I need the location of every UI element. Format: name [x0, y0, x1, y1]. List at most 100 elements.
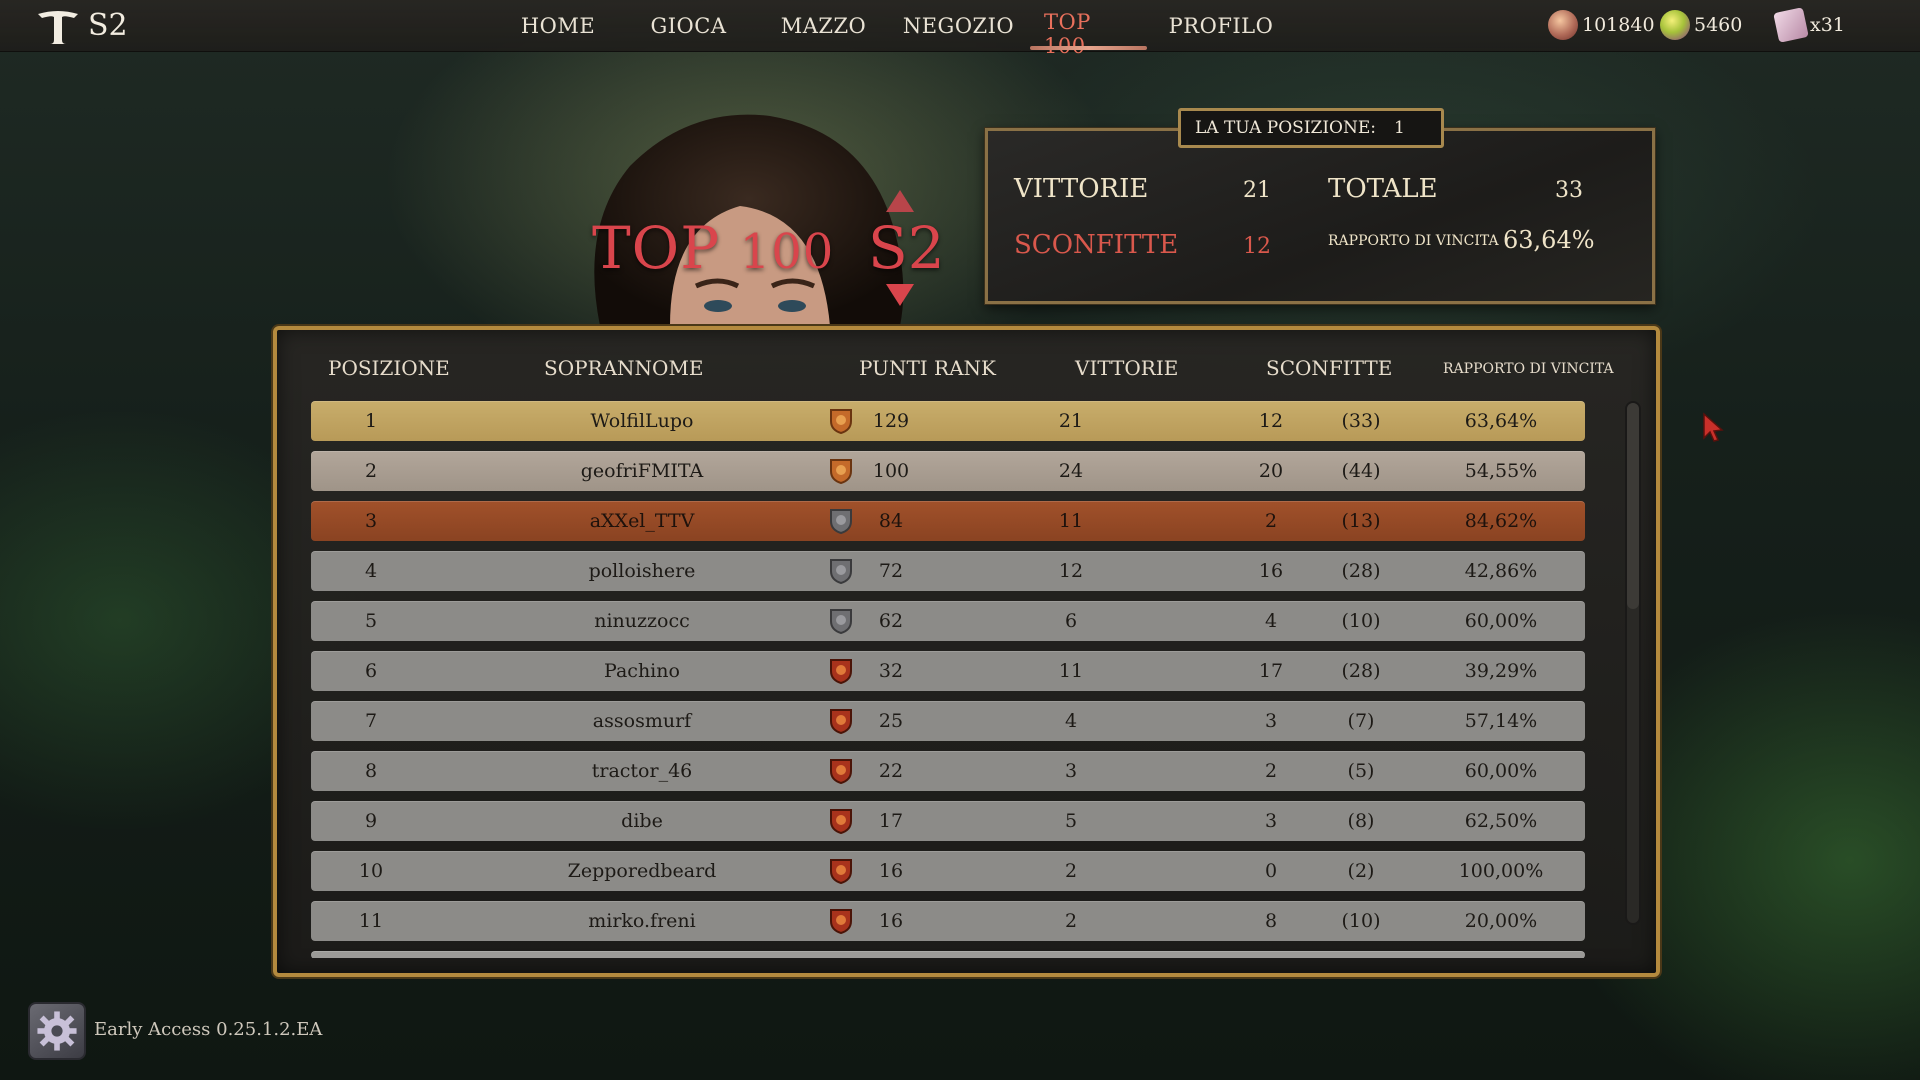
col-header-wins: VITTORIE — [1075, 356, 1179, 380]
table-row[interactable]: 11 mirko.freni 16 2 8 (10) 20,00% — [311, 901, 1585, 941]
table-row[interactable]: 7 assosmurf 25 4 3 (7) 57,14% — [311, 701, 1585, 741]
table-row[interactable]: 6 Pachino 32 11 17 (28) 39,29% — [311, 651, 1585, 691]
currency-gold[interactable]: 101840 — [1548, 10, 1655, 40]
row-wins: 5 — [1064, 810, 1078, 832]
page-title: TOP 100 — [592, 214, 834, 282]
season-up-arrow-icon[interactable] — [886, 190, 914, 212]
settings-button[interactable] — [28, 1002, 86, 1060]
table-row[interactable]: 5 ninuzzocc 62 6 4 (10) 60,00% — [311, 601, 1585, 641]
row-position: 5 — [364, 610, 378, 632]
currency-scrolls[interactable]: x31 — [1773, 7, 1845, 43]
row-win-ratio: 63,64% — [1464, 410, 1538, 432]
gear-icon — [37, 1011, 77, 1051]
row-nickname: mirko.freni — [588, 910, 696, 932]
col-header-losses: SCONFITTE — [1266, 356, 1393, 380]
page-title-number: 100 — [739, 224, 835, 280]
bronze-shield-badge-icon — [830, 409, 852, 435]
row-total: (33) — [1341, 410, 1381, 432]
row-wins: 4 — [1064, 710, 1078, 732]
game-logo-icon[interactable] — [34, 8, 82, 46]
col-header-rank-points: PUNTI RANK — [859, 356, 997, 380]
table-row-partial[interactable] — [311, 951, 1585, 958]
row-rank-points: 16 — [878, 860, 904, 882]
row-win-ratio: 60,00% — [1464, 610, 1538, 632]
leaderboard-scroll-thumb[interactable] — [1627, 403, 1639, 609]
col-header-position: POSIZIONE — [328, 356, 450, 380]
row-position: 4 — [364, 560, 378, 582]
currency-scrolls-value: x31 — [1810, 14, 1845, 36]
row-win-ratio: 57,14% — [1464, 710, 1538, 732]
row-wins: 2 — [1064, 910, 1078, 932]
gray-shield-badge-icon — [830, 559, 852, 585]
table-row[interactable]: 10 Zepporedbeard 16 2 0 (2) 100,00% — [311, 851, 1585, 891]
row-position: 11 — [358, 910, 384, 932]
table-row[interactable]: 9 dibe 17 5 3 (8) 62,50% — [311, 801, 1585, 841]
row-losses: 20 — [1258, 460, 1284, 482]
currency-gems[interactable]: 5460 — [1660, 10, 1742, 40]
row-nickname: ninuzzocc — [594, 610, 690, 632]
row-rank-points: 100 — [872, 460, 910, 482]
bronze-shield-badge-icon — [830, 459, 852, 485]
col-header-win-ratio: RAPPORTO DI VINCITA — [1443, 361, 1614, 377]
table-row[interactable]: 2 geofriFMITA 100 24 20 (44) 54,55% — [311, 451, 1585, 491]
main-nav: HOME GIOCA MAZZO NEGOZIO TOP 100 PROFILO — [495, 0, 1291, 58]
row-losses: 2 — [1264, 760, 1278, 782]
row-position: 2 — [364, 460, 378, 482]
season-down-arrow-icon[interactable] — [886, 284, 914, 306]
leaderboard-rows[interactable]: 1 WolfilLupo 129 21 12 (33) 63,64% 2 geo… — [311, 401, 1585, 958]
row-win-ratio: 20,00% — [1464, 910, 1538, 932]
row-wins: 12 — [1058, 560, 1084, 582]
table-row[interactable]: 8 tractor_46 22 3 2 (5) 60,00% — [311, 751, 1585, 791]
table-row[interactable]: 3 aXXel_TTV 84 11 2 (13) 84,62% — [311, 501, 1585, 541]
wins-value: 21 — [1243, 178, 1271, 203]
gem-icon — [1660, 10, 1690, 40]
row-position: 7 — [364, 710, 378, 732]
red-shield-badge-icon — [830, 859, 852, 885]
nav-gioca[interactable]: GIOCA — [621, 0, 756, 52]
row-nickname: geofriFMITA — [580, 460, 704, 482]
nav-home[interactable]: HOME — [495, 0, 621, 52]
row-nickname: tractor_46 — [591, 760, 693, 782]
row-position: 3 — [364, 510, 378, 532]
table-row[interactable]: 1 WolfilLupo 129 21 12 (33) 63,64% — [311, 401, 1585, 441]
win-ratio-label: RAPPORTO DI VINCITA — [1328, 233, 1499, 249]
losses-label: SCONFITTE — [1014, 230, 1179, 260]
row-wins: 24 — [1058, 460, 1084, 482]
row-win-ratio: 42,86% — [1464, 560, 1538, 582]
row-nickname: Zepporedbeard — [567, 860, 717, 882]
row-nickname: dibe — [621, 810, 663, 832]
nav-mazzo[interactable]: MAZZO — [756, 0, 891, 52]
row-wins: 3 — [1064, 760, 1078, 782]
row-rank-points: 62 — [878, 610, 904, 632]
row-rank-points: 72 — [878, 560, 904, 582]
gray-shield-badge-icon — [830, 609, 852, 635]
wins-label: VITTORIE — [1014, 174, 1149, 204]
row-total: (44) — [1341, 460, 1381, 482]
col-header-nickname: SOPRANNOME — [544, 356, 704, 380]
red-shield-badge-icon — [830, 759, 852, 785]
red-shield-badge-icon — [830, 809, 852, 835]
row-losses: 16 — [1258, 560, 1284, 582]
table-row[interactable]: 4 polloishere 72 12 16 (28) 42,86% — [311, 551, 1585, 591]
red-shield-badge-icon — [830, 909, 852, 935]
row-position: 6 — [364, 660, 378, 682]
red-shield-badge-icon — [830, 659, 852, 685]
row-losses: 17 — [1258, 660, 1284, 682]
row-wins: 2 — [1064, 860, 1078, 882]
row-total: (2) — [1347, 860, 1375, 882]
nav-profilo[interactable]: PROFILO — [1151, 0, 1291, 52]
nav-top100[interactable]: TOP 100 — [1026, 0, 1151, 58]
row-rank-points: 16 — [878, 910, 904, 932]
win-ratio-value: 63,64% — [1503, 226, 1595, 254]
nav-negozio[interactable]: NEGOZIO — [891, 0, 1026, 52]
row-total: (13) — [1341, 510, 1381, 532]
my-position-badge: LA TUA POSIZIONE: 1 — [1178, 108, 1444, 148]
row-losses: 8 — [1264, 910, 1278, 932]
row-losses: 2 — [1264, 510, 1278, 532]
currency-gems-value: 5460 — [1694, 14, 1743, 36]
top-bar: S2 HOME GIOCA MAZZO NEGOZIO TOP 100 PROF… — [0, 0, 1920, 58]
mouse-cursor-icon — [1703, 412, 1724, 442]
row-win-ratio: 84,62% — [1464, 510, 1538, 532]
row-losses: 0 — [1264, 860, 1278, 882]
season-title: S2 — [868, 214, 945, 282]
